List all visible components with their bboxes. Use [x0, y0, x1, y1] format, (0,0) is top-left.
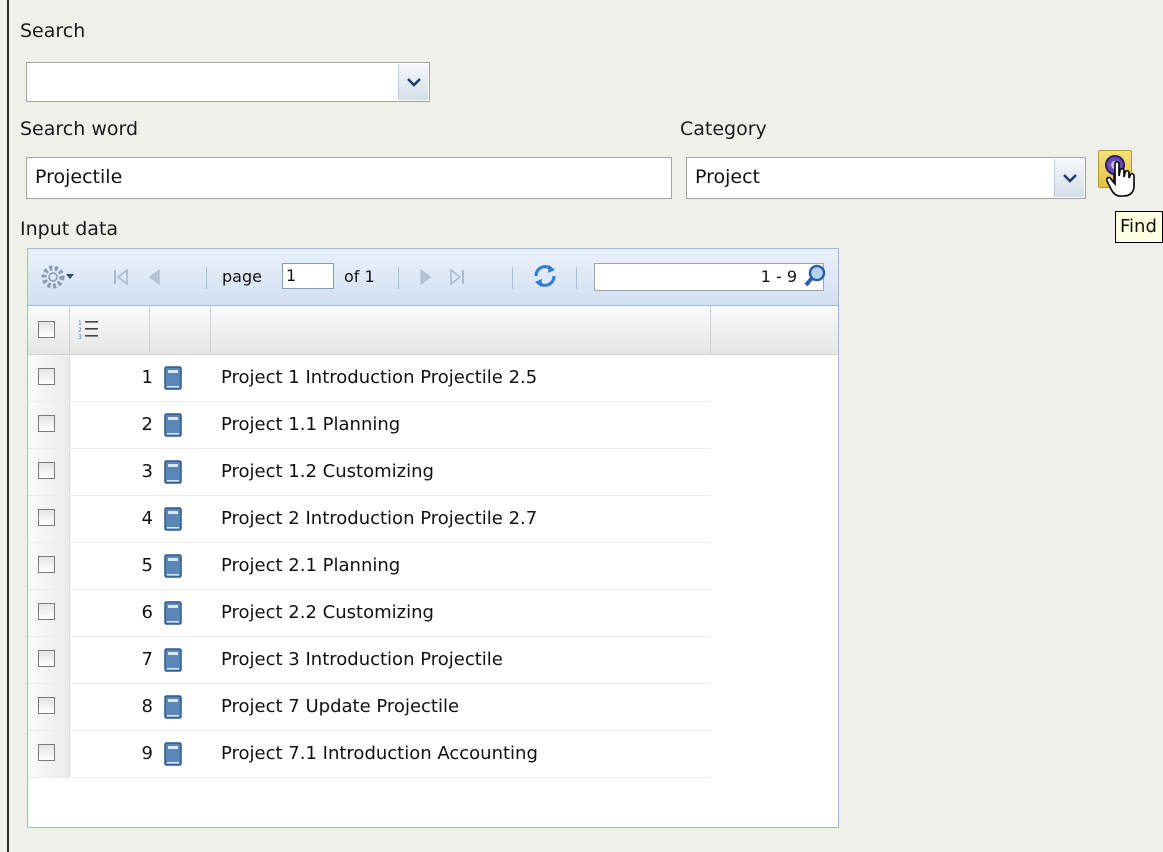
row-title[interactable]: Project 1.1 Planning — [221, 402, 400, 448]
row-title[interactable]: Project 1.2 Customizing — [221, 449, 434, 495]
book-icon — [164, 366, 182, 390]
svg-text:2: 2 — [78, 327, 82, 334]
pager-separator — [512, 267, 513, 289]
row-title[interactable]: Project 2 Introduction Projectile 2.7 — [221, 496, 537, 542]
pager-separator — [576, 267, 577, 289]
input-data-label: Input data — [20, 218, 119, 240]
table-row[interactable]: 8 Project 7 Update Projectile — [28, 684, 711, 731]
select-all-checkbox[interactable] — [38, 321, 55, 338]
book-icon — [164, 648, 182, 672]
row-checkbox-cell — [28, 402, 70, 448]
category-dropdown-button[interactable] — [1054, 159, 1084, 197]
gear-icon[interactable] — [40, 263, 76, 291]
book-icon — [164, 742, 182, 766]
row-number: 1 — [141, 367, 153, 388]
first-page-icon[interactable] — [112, 266, 130, 288]
row-checkbox-cell — [28, 731, 70, 777]
category-label: Category — [680, 118, 767, 140]
row-checkbox[interactable] — [38, 650, 55, 667]
hand-cursor-icon — [1106, 160, 1135, 197]
search-range-icon[interactable] — [802, 263, 828, 289]
page-label: page — [222, 267, 262, 286]
row-number: 4 — [141, 508, 153, 529]
row-number: 6 — [141, 602, 153, 623]
numbered-list-icon: 1 2 3 — [78, 320, 98, 340]
table-row[interactable]: 2 Project 1.1 Planning — [28, 402, 711, 449]
next-page-icon[interactable] — [416, 266, 434, 288]
header-checkbox-cell — [28, 306, 70, 354]
table-row[interactable]: 5 Project 2.1 Planning — [28, 543, 711, 590]
row-number: 9 — [141, 743, 153, 764]
row-checkbox-cell — [28, 684, 70, 730]
find-tooltip: Find — [1115, 211, 1163, 243]
row-checkbox-cell — [28, 355, 70, 401]
pager-separator — [398, 267, 399, 289]
svg-text:3: 3 — [78, 334, 82, 340]
table-row[interactable]: 1 Project 1 Introduction Projectile 2.5 — [28, 355, 711, 402]
row-number: 5 — [141, 555, 153, 576]
last-page-icon[interactable] — [448, 266, 466, 288]
prev-page-icon[interactable] — [146, 266, 164, 288]
row-number: 8 — [141, 696, 153, 717]
row-checkbox-cell — [28, 590, 70, 636]
row-checkbox[interactable] — [38, 415, 55, 432]
row-checkbox-cell — [28, 496, 70, 542]
row-number: 7 — [141, 649, 153, 670]
row-checkbox[interactable] — [38, 368, 55, 385]
row-checkbox-cell — [28, 543, 70, 589]
chevron-down-icon — [1063, 174, 1077, 183]
search-word-label: Search word — [20, 118, 139, 140]
book-icon — [164, 601, 182, 625]
page-number-input[interactable]: 1 — [282, 263, 334, 289]
pager-separator — [206, 267, 207, 289]
book-icon — [164, 695, 182, 719]
header-icon-column[interactable] — [150, 306, 211, 354]
category-combo-value: Project — [695, 166, 761, 188]
range-text: 1 - 9 — [760, 267, 797, 286]
row-title[interactable]: Project 3 Introduction Projectile — [221, 637, 503, 683]
table-row[interactable]: 3 Project 1.2 Customizing — [28, 449, 711, 496]
table-row[interactable]: 4 Project 2 Introduction Projectile 2.7 — [28, 496, 711, 543]
row-title[interactable]: Project 7 Update Projectile — [221, 684, 459, 730]
search-label: Search — [20, 20, 86, 42]
row-title[interactable]: Project 2.1 Planning — [221, 543, 400, 589]
row-number: 2 — [141, 414, 153, 435]
book-icon — [164, 507, 182, 531]
row-checkbox[interactable] — [38, 556, 55, 573]
row-title[interactable]: Project 1 Introduction Projectile 2.5 — [221, 355, 537, 401]
table-row[interactable]: 7 Project 3 Introduction Projectile — [28, 637, 711, 684]
book-icon — [164, 554, 182, 578]
row-title[interactable]: Project 2.2 Customizing — [221, 590, 434, 636]
table-row[interactable]: 9 Project 7.1 Introduction Accounting — [28, 731, 711, 778]
header-title-column[interactable] — [211, 306, 711, 354]
category-combo[interactable]: Project — [686, 157, 1086, 199]
search-dropdown-button[interactable] — [398, 64, 428, 100]
row-checkbox[interactable] — [38, 603, 55, 620]
paging-toolbar: page 1 of 1 1 - 9 — [28, 249, 838, 306]
row-checkbox[interactable] — [38, 462, 55, 479]
book-icon — [164, 460, 182, 484]
row-number: 3 — [141, 461, 153, 482]
row-checkbox[interactable] — [38, 509, 55, 526]
results-grid: page 1 of 1 1 - 9 1 2 3 1 Project 1 Intr… — [27, 248, 839, 828]
search-word-input[interactable]: Projectile — [26, 157, 672, 199]
book-icon — [164, 413, 182, 437]
row-title[interactable]: Project 7.1 Introduction Accounting — [221, 731, 538, 777]
chevron-down-icon — [407, 78, 421, 87]
row-checkbox[interactable] — [38, 744, 55, 761]
table-row[interactable]: 6 Project 2.2 Customizing — [28, 590, 711, 637]
svg-text:1: 1 — [78, 320, 82, 327]
row-checkbox[interactable] — [38, 697, 55, 714]
refresh-icon[interactable] — [531, 262, 559, 290]
left-frame-border — [7, 0, 9, 852]
grid-header: 1 2 3 — [28, 306, 838, 355]
range-display: 1 - 9 — [594, 263, 824, 291]
row-checkbox-cell — [28, 449, 70, 495]
header-number-column[interactable]: 1 2 3 — [70, 306, 150, 354]
row-checkbox-cell — [28, 637, 70, 683]
of-pages-label: of 1 — [344, 267, 375, 286]
search-combo[interactable] — [26, 62, 430, 102]
